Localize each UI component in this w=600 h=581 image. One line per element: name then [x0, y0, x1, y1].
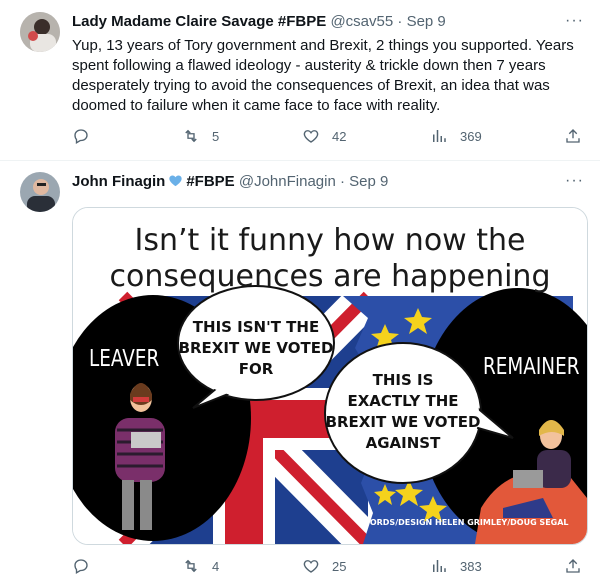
- image-credit: WORDS/DESIGN HELEN GRIMLEY/DOUG SEGAL: [361, 518, 569, 527]
- bubble-line: BREXIT WE VOTED: [178, 339, 334, 357]
- views-icon: [433, 130, 446, 142]
- tweet-text: Yup, 13 years of Tory government and Bre…: [72, 37, 574, 114]
- view-count: 383: [460, 558, 482, 574]
- bubble-line: BREXIT WE VOTED: [325, 413, 481, 431]
- meme-title-line-1: Isn’t it funny how now the: [134, 223, 526, 258]
- bubble-line: THIS IS: [372, 371, 434, 389]
- like-button[interactable]: 42: [302, 127, 346, 145]
- share-button[interactable]: [564, 127, 582, 145]
- reply-icon: [74, 129, 88, 144]
- like-button[interactable]: 25: [302, 557, 346, 575]
- bubble-line: AGAINST: [365, 434, 441, 452]
- retweet-button[interactable]: 4: [182, 557, 219, 575]
- leaver-label: LEAVER: [89, 346, 160, 372]
- bubble-line: FOR: [238, 360, 274, 378]
- retweet-count: 4: [212, 558, 220, 574]
- reply-button[interactable]: [72, 557, 102, 575]
- reply-button[interactable]: [72, 127, 102, 145]
- like-count: 42: [332, 128, 347, 144]
- tweet-actions: 4 25 383: [72, 557, 592, 577]
- share-icon: [566, 559, 580, 573]
- more-options-icon[interactable]: ···: [565, 12, 584, 30]
- avatar-photo: [20, 12, 60, 52]
- remainer-label: REMAINER: [483, 354, 580, 380]
- views-button[interactable]: 383: [430, 557, 482, 575]
- blue-heart-icon: [169, 175, 182, 187]
- timestamp[interactable]: Sep 9: [407, 13, 446, 30]
- display-name[interactable]: John Finagin: [72, 173, 165, 190]
- views-icon: [433, 560, 446, 572]
- tweet-header: Lady Madame Claire Savage #FBPE @csav55 …: [72, 12, 446, 32]
- handle[interactable]: @csav55: [330, 13, 393, 30]
- tweet-image[interactable]: Isn’t it funny how now the consequences …: [72, 207, 588, 545]
- views-button[interactable]: 369: [430, 127, 482, 145]
- avatar-photo: [20, 172, 60, 212]
- meme-title-line-2: consequences are happening: [109, 259, 551, 294]
- reply-icon: [74, 559, 88, 574]
- avatar[interactable]: [20, 12, 60, 52]
- retweet-count: 5: [212, 128, 220, 144]
- bubble-line: EXACTLY THE: [347, 392, 459, 410]
- share-icon: [566, 129, 580, 143]
- tweet-actions: 5 42 369: [72, 127, 592, 147]
- retweet-button[interactable]: 5: [182, 127, 219, 145]
- heart-icon: [303, 130, 319, 143]
- avatar[interactable]: [20, 172, 60, 212]
- separator: ·: [397, 13, 403, 30]
- tweet-1[interactable]: Lady Madame Claire Savage #FBPE @csav55 …: [0, 0, 600, 160]
- remainer-bubble-text: THIS IS EXACTLY THE BREXIT WE VOTED AGAI…: [325, 370, 481, 454]
- display-name[interactable]: Lady Madame Claire Savage #FBPE: [72, 13, 326, 30]
- more-options-icon[interactable]: ···: [565, 172, 584, 190]
- bubble-line: THIS ISN'T THE: [192, 318, 320, 336]
- name-tag[interactable]: #FBPE: [186, 173, 234, 190]
- share-button[interactable]: [564, 557, 582, 575]
- like-count: 25: [332, 558, 347, 574]
- retweet-icon: [185, 129, 197, 143]
- tweet-header: John Finagin #FBPE @JohnFinagin · Sep 9: [72, 172, 388, 192]
- handle[interactable]: @JohnFinagin: [239, 173, 336, 190]
- view-count: 369: [460, 128, 482, 144]
- heart-icon: [303, 560, 319, 573]
- retweet-icon: [185, 559, 197, 573]
- separator: ·: [339, 173, 345, 190]
- leaver-bubble-text: THIS ISN'T THE BREXIT WE VOTED FOR: [178, 317, 334, 380]
- timestamp[interactable]: Sep 9: [349, 173, 388, 190]
